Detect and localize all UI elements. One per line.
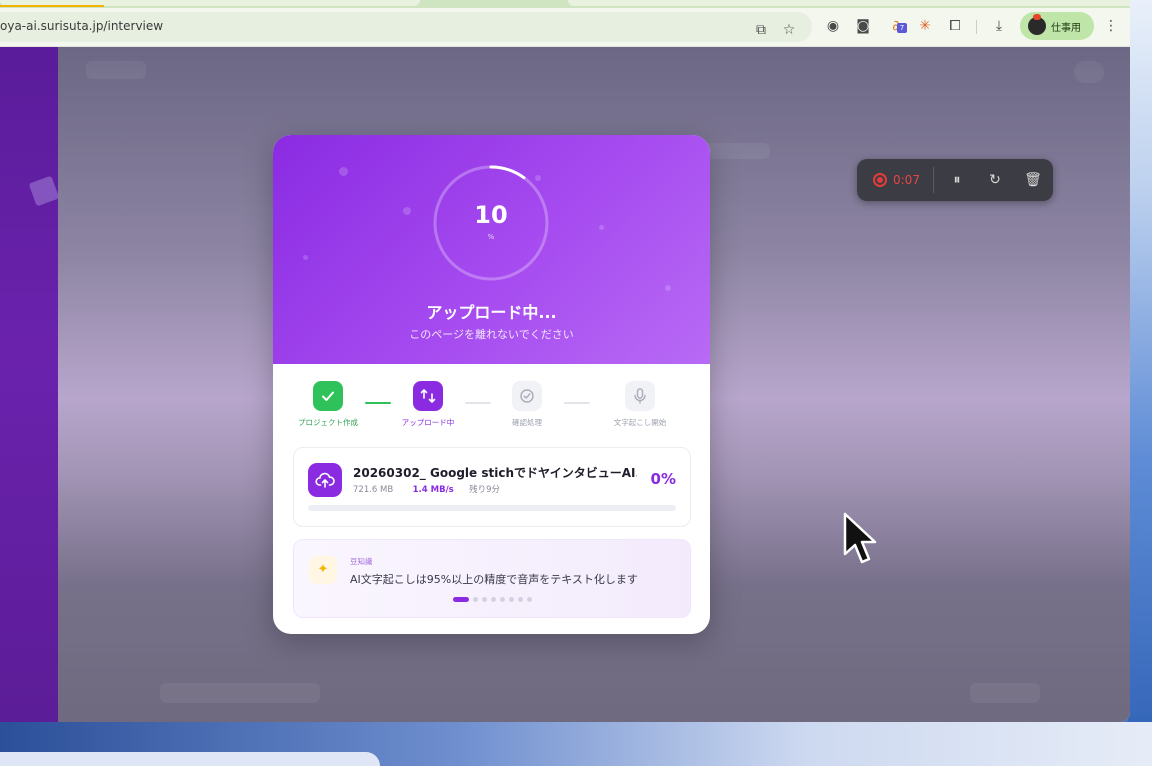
- upload-modal: 10 % アップロード中... このページを離れないでください プロジェクト作成…: [273, 135, 710, 634]
- pause-button[interactable]: ⏸: [942, 167, 972, 193]
- cloud-upload-icon: [308, 463, 342, 497]
- verify-icon: [512, 381, 542, 411]
- star-icon[interactable]: ☆: [778, 19, 800, 41]
- pause-icon: ⏸: [953, 172, 961, 188]
- file-name: 20260302_ Google stichでドヤインタビューAI...: [353, 466, 637, 480]
- kebab-menu-icon[interactable]: ⋮: [1100, 15, 1122, 37]
- url-text[interactable]: oya-ai.surisuta.jp/interview: [0, 19, 163, 33]
- upload-speed: 1.4 MB/s: [412, 485, 454, 495]
- restart-button[interactable]: ↻: [980, 167, 1010, 193]
- step-label: アップロード中: [401, 418, 455, 427]
- carousel-dot[interactable]: [508, 597, 514, 602]
- file-progress-bar: [308, 505, 676, 511]
- carousel-dot[interactable]: [472, 597, 478, 602]
- recorder-divider: [933, 167, 934, 193]
- step-uploading: アップロード中: [388, 381, 468, 428]
- progress-percent-value: 10: [474, 201, 508, 229]
- microphone-icon: [625, 381, 655, 411]
- desktop-wallpaper: [1128, 0, 1152, 766]
- profile-label: 仕事用: [1051, 22, 1081, 34]
- mouse-cursor-icon: [843, 512, 877, 564]
- decor-bubble: [665, 285, 671, 291]
- time-remaining: 残り9分: [469, 485, 501, 495]
- tip-carousel: ✦ 豆知識 AI文字起こしは95%以上の精度で音声をテキスト化します: [293, 539, 691, 618]
- step-project-created: プロジェクト作成: [288, 381, 368, 428]
- sparkle-icon[interactable]: ✳: [914, 15, 936, 37]
- sparkle-icon: ✦: [309, 556, 337, 584]
- blurred-footer: [160, 683, 320, 703]
- puzzle-icon[interactable]: ⧠: [944, 15, 966, 37]
- step-label: 確認処理: [512, 418, 542, 427]
- extension-badge-icon[interactable]: ∂ 7: [885, 15, 907, 37]
- avatar: [1028, 14, 1046, 35]
- step-connector: [564, 402, 590, 404]
- decor-bubble: [403, 207, 411, 215]
- tip-text: AI文字起こしは95%以上の精度で音声をテキスト化します: [350, 573, 638, 586]
- profile-button[interactable]: 仕事用: [1020, 12, 1094, 40]
- file-meta: 721.6 MB 1.4 MB/s 残り9分: [353, 483, 500, 495]
- tip-label: 豆知識: [350, 557, 373, 566]
- tab[interactable]: [568, 0, 1130, 6]
- restart-icon: ↻: [989, 172, 1001, 188]
- file-upload-percent: 0%: [650, 470, 676, 488]
- delete-recording-button[interactable]: 🗑: [1018, 167, 1048, 193]
- carousel-dot[interactable]: [517, 597, 523, 602]
- browser-toolbar: oya-ai.surisuta.jp/interview ⧉ ☆ ◉ ◙ ∂ 7 …: [0, 8, 1130, 47]
- upload-modal-header: 10 % アップロード中... このページを離れないでください: [273, 135, 710, 364]
- record-icon: [873, 173, 887, 187]
- blurred-avatar: [1074, 61, 1104, 83]
- upload-title: アップロード中...: [426, 303, 557, 322]
- decor-bubble: [339, 167, 348, 176]
- install-app-icon[interactable]: ⧉: [750, 19, 772, 41]
- app-sidebar: [0, 47, 60, 722]
- progress-ring: 10 %: [433, 165, 549, 281]
- step-label: プロジェクト作成: [298, 418, 358, 427]
- download-icon[interactable]: ⤓: [988, 15, 1010, 37]
- carousel-dot[interactable]: [499, 597, 505, 602]
- carousel-dot[interactable]: [526, 597, 532, 602]
- step-label: 文字起こし開始: [613, 418, 667, 427]
- screen-recorder-controls: 0:07 ⏸ ↻ 🗑: [857, 159, 1053, 201]
- tab-loading-bar: [0, 5, 104, 7]
- recording-timer: 0:07: [893, 173, 920, 187]
- file-size: 721.6 MB: [353, 485, 394, 495]
- upload-subtitle: このページを離れないでください: [409, 328, 574, 341]
- camera-icon[interactable]: ◙: [852, 15, 874, 37]
- carousel-dot[interactable]: [490, 597, 496, 602]
- address-bar[interactable]: oya-ai.surisuta.jp/interview ⧉ ☆: [0, 12, 812, 42]
- desktop-wallpaper-bottom: [0, 722, 1152, 766]
- decor-bubble: [599, 225, 604, 230]
- check-icon: [313, 381, 343, 411]
- trash-icon: 🗑: [1024, 172, 1042, 188]
- step-verifying: 確認処理: [487, 381, 567, 428]
- blurred-header: [86, 61, 146, 79]
- extension-icon[interactable]: ◉: [822, 15, 844, 37]
- extension-badge-count: 7: [897, 23, 907, 33]
- file-upload-item: 20260302_ Google stichでドヤインタビューAI... 721…: [293, 447, 691, 527]
- blurred-footer-button: [970, 683, 1040, 703]
- carousel-dot[interactable]: [452, 597, 469, 602]
- progress-percent-unit: %: [487, 233, 495, 241]
- sidebar-logo: [28, 175, 60, 207]
- toolbar-divider: [976, 20, 977, 34]
- carousel-dots: [294, 597, 690, 602]
- step-transcription: 文字起こし開始: [600, 381, 680, 428]
- upload-transfer-icon: [413, 381, 443, 411]
- decor-bubble: [303, 255, 308, 260]
- carousel-dot[interactable]: [481, 597, 487, 602]
